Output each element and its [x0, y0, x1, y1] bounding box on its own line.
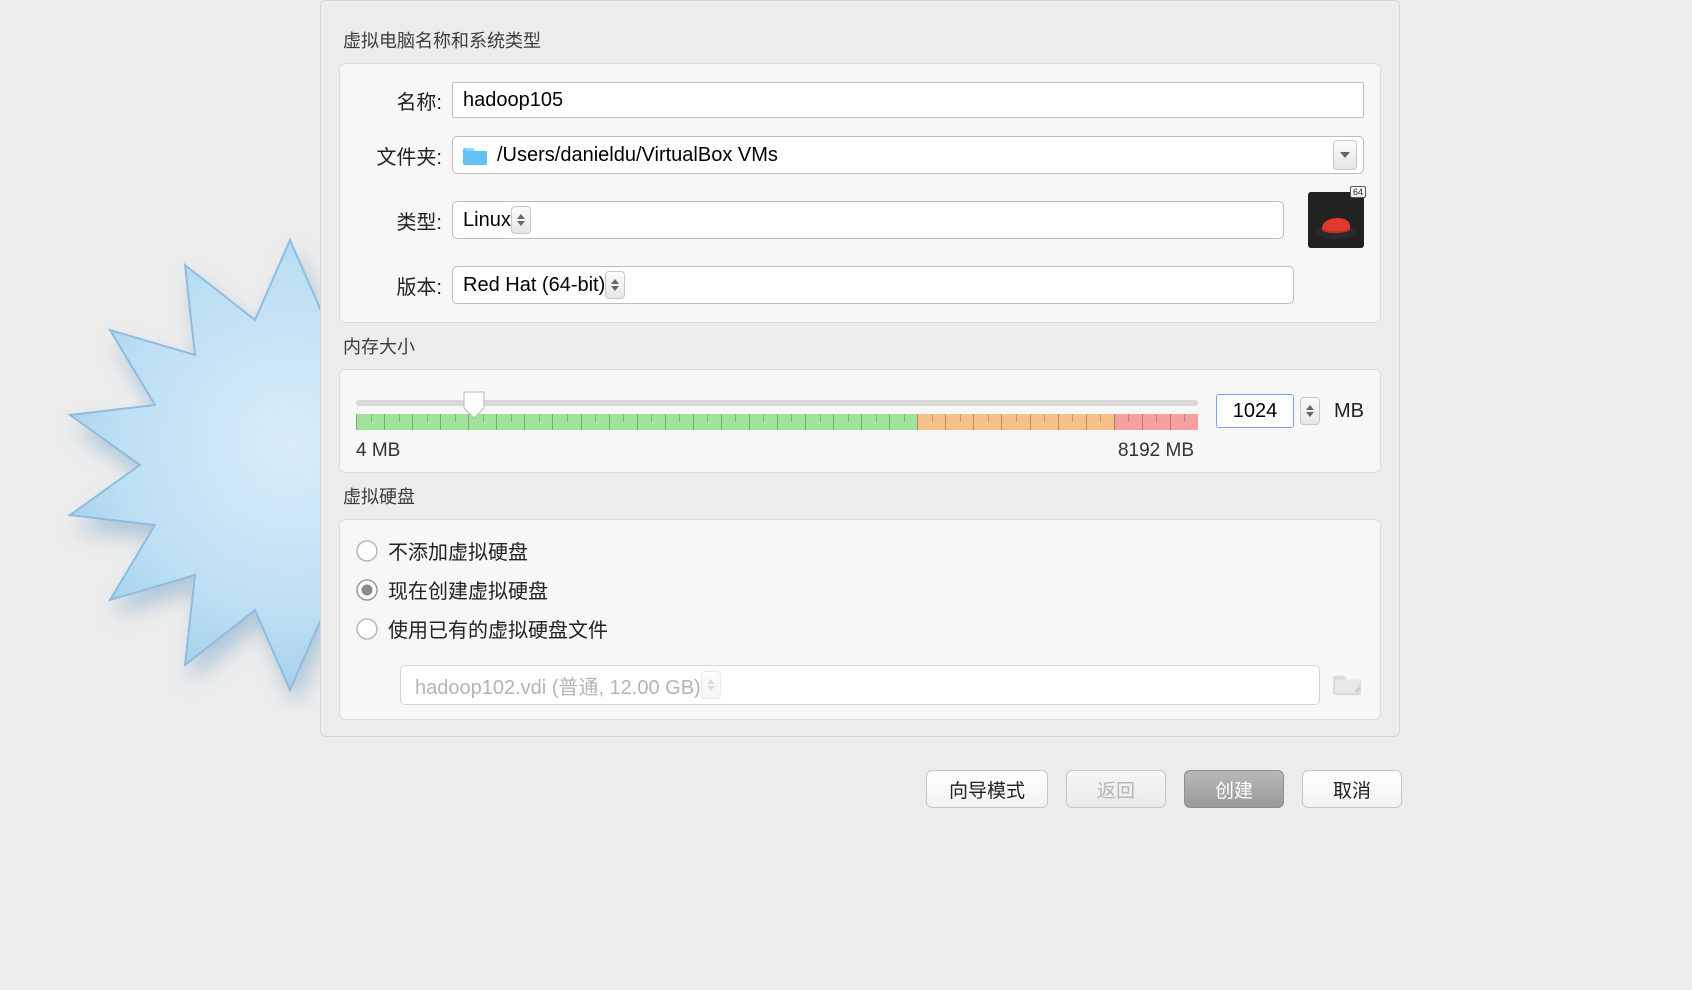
version-label: 版本:: [356, 271, 442, 300]
create-vm-dialog: 虚拟电脑名称和系统类型 名称: 文件夹: /Users/danieldu/Vir…: [320, 0, 1400, 751]
browse-disk-button: [1332, 669, 1364, 701]
name-input[interactable]: [452, 82, 1364, 118]
version-combo[interactable]: Red Hat (64-bit): [452, 266, 1294, 304]
expert-mode-button[interactable]: 向导模式: [926, 770, 1048, 808]
existing-disk-combo: hadoop102.vdi (普通, 12.00 GB): [400, 665, 1320, 705]
folder-icon: [463, 144, 489, 166]
create-button[interactable]: 创建: [1184, 770, 1284, 808]
version-value: Red Hat (64-bit): [463, 274, 605, 297]
type-combo[interactable]: Linux: [452, 201, 1284, 239]
memory-unit: MB: [1334, 400, 1364, 423]
section-title-disk: 虚拟硬盘: [339, 483, 1381, 515]
radio-icon: [356, 579, 378, 601]
folder-combo[interactable]: /Users/danieldu/VirtualBox VMs: [452, 136, 1364, 174]
updown-icon: [701, 671, 721, 699]
radio-create-disk[interactable]: 现在创建虚拟硬盘: [356, 575, 1364, 604]
slider-thumb[interactable]: [462, 390, 486, 420]
chevron-down-icon: [1333, 140, 1357, 170]
arch-badge: 64: [1350, 186, 1366, 198]
existing-disk-file: hadoop102.vdi (普通, 12.00 GB): [415, 671, 701, 700]
updown-icon: [605, 271, 625, 299]
radio-label: 不添加虚拟硬盘: [388, 536, 528, 565]
dialog-button-bar: 向导模式 返回 创建 取消: [926, 770, 1402, 808]
type-label: 类型:: [356, 206, 442, 235]
radio-label: 现在创建虚拟硬盘: [388, 575, 548, 604]
folder-label: 文件夹:: [356, 141, 442, 170]
os-type-icon: 64: [1308, 192, 1364, 248]
memory-stepper[interactable]: [1300, 397, 1320, 425]
cancel-button[interactable]: 取消: [1302, 770, 1402, 808]
memory-max: 8192 MB: [1118, 440, 1194, 462]
memory-slider[interactable]: [356, 388, 1198, 434]
name-label: 名称:: [356, 86, 442, 115]
section-title-memory: 内存大小: [339, 333, 1381, 365]
type-value: Linux: [463, 209, 511, 232]
memory-input[interactable]: [1216, 394, 1294, 428]
name-type-group: 名称: 文件夹: /Users/danieldu/VirtualBox VMs: [339, 63, 1381, 323]
radio-icon: [356, 540, 378, 562]
radio-icon: [356, 618, 378, 640]
updown-icon: [511, 206, 531, 234]
disk-group: 不添加虚拟硬盘 现在创建虚拟硬盘 使用已有的虚拟硬盘文件: [339, 519, 1381, 720]
folder-path: /Users/danieldu/VirtualBox VMs: [497, 144, 1333, 167]
radio-no-disk[interactable]: 不添加虚拟硬盘: [356, 536, 1364, 565]
radio-label: 使用已有的虚拟硬盘文件: [388, 614, 608, 643]
memory-group: MB 4 MB 8192 MB: [339, 369, 1381, 473]
section-title-name-type: 虚拟电脑名称和系统类型: [339, 27, 1381, 59]
radio-existing-disk[interactable]: 使用已有的虚拟硬盘文件: [356, 614, 1364, 643]
back-button: 返回: [1066, 770, 1166, 808]
memory-min: 4 MB: [356, 440, 400, 462]
